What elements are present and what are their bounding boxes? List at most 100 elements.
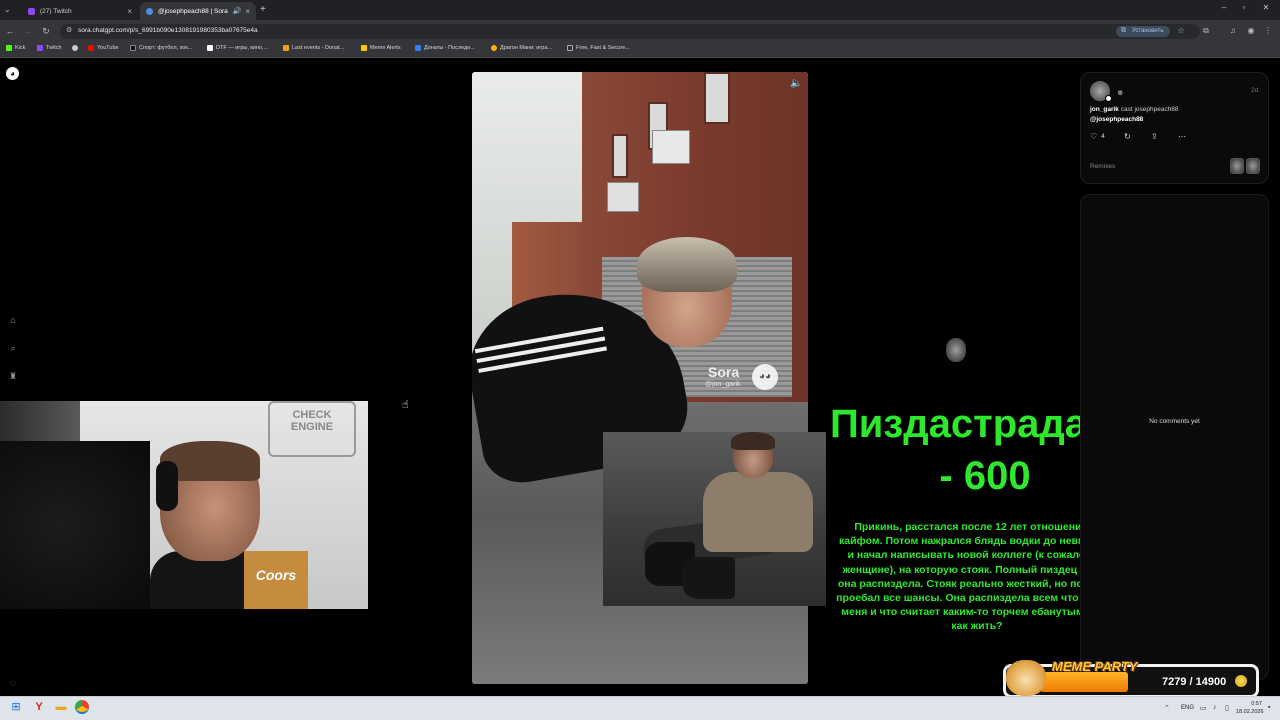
meme-party-count: 7279 / 14900	[1162, 676, 1227, 688]
sora-favicon-icon	[146, 7, 153, 15]
remix-thumbnail[interactable]	[1246, 158, 1260, 174]
forward-icon[interactable]: →	[22, 26, 34, 36]
twitch-icon	[37, 45, 43, 51]
network-icon[interactable]: ▭	[1200, 704, 1207, 712]
more-icon: ⋯	[1178, 132, 1186, 141]
clock-time: 0:57	[1251, 701, 1262, 707]
clock-date: 18.02.2026	[1236, 709, 1264, 715]
photo-hair	[731, 432, 775, 450]
bookmark-twitch[interactable]: Twitch	[37, 45, 62, 51]
sora-watermark-handle: @jon_garik	[705, 381, 741, 388]
webcam-sign: CHECK ENGINE	[268, 401, 356, 457]
globe-icon	[72, 45, 78, 51]
close-tab-icon[interactable]: ×	[127, 7, 132, 16]
close-tab-icon[interactable]: ×	[245, 7, 250, 16]
coin-icon	[1235, 675, 1247, 687]
file-explorer-icon[interactable]: ▬	[54, 700, 68, 714]
tab-twitch[interactable]: (27) Twitch ×	[22, 2, 138, 20]
donation-image	[603, 432, 826, 606]
battery-icon[interactable]: ▯	[1225, 704, 1229, 712]
bookmark-dtf[interactable]: DTF — игры, кино,...	[207, 45, 268, 51]
bookmark-label: Meme Alerts	[370, 45, 401, 51]
tab-title: @josephpeach88 | Sora	[158, 7, 228, 15]
bookmark-donaty[interactable]: Донаты - Последн...	[415, 45, 475, 51]
new-tab-button[interactable]: +	[260, 4, 266, 15]
avatar-badge-icon	[1105, 95, 1112, 102]
install-app-button[interactable]: Установить	[1116, 26, 1170, 37]
bookmark-label: Free, Fast & Secure...	[576, 45, 630, 51]
windows-start-icon[interactable]: ⊞	[9, 700, 23, 714]
meme-party-title: MEME PARTY	[1052, 659, 1138, 674]
kick-icon	[6, 45, 12, 51]
headset-icon	[156, 461, 178, 511]
remix-button[interactable]: ↻	[1124, 132, 1131, 141]
comments-panel	[1080, 194, 1269, 680]
webcam-chair	[0, 441, 150, 609]
heart-icon: ♡	[1090, 132, 1098, 141]
like-count: 4	[1101, 133, 1105, 140]
minimize-icon[interactable]: –	[1214, 3, 1234, 12]
dtf-icon	[207, 45, 213, 51]
more-button[interactable]: ⋯	[1178, 132, 1186, 141]
bookmark-sport[interactable]: Спорт: футбол, хок...	[130, 45, 192, 51]
profile-icon[interactable]: ◉	[1245, 26, 1257, 35]
bookmark-donat[interactable]: Last events - Donat...	[283, 45, 344, 51]
bookmark-free-fast[interactable]: Free, Fast & Secure...	[567, 45, 630, 51]
author-name[interactable]: jon_garik	[1090, 106, 1119, 113]
photo-body	[703, 472, 813, 552]
home-icon[interactable]: ⌂	[7, 315, 19, 325]
sora-logo-icon[interactable]: ◕	[6, 67, 19, 80]
yandex-browser-icon[interactable]: Y	[32, 700, 46, 714]
youtube-icon	[88, 45, 94, 51]
free-fast-icon	[567, 45, 573, 51]
tab-search-icon[interactable]: ⌄	[4, 5, 11, 14]
reload-icon[interactable]: ↻	[40, 26, 52, 37]
video-ac-unit	[652, 130, 690, 164]
bookmark-kick[interactable]: Kick	[6, 45, 25, 51]
chrome-icon[interactable]	[75, 700, 89, 714]
maximize-icon[interactable]: ▫	[1234, 3, 1254, 12]
close-window-icon[interactable]: ✕	[1256, 3, 1276, 12]
sora-watermark: Sora	[708, 364, 740, 380]
site-info-icon[interactable]: ⚙	[66, 26, 72, 34]
post-time: 2d	[1251, 87, 1259, 94]
twitch-favicon-icon	[28, 7, 35, 15]
bookmark-label: Донаты - Последн...	[424, 45, 475, 51]
tray-chevron-icon[interactable]: ⌃	[1164, 704, 1170, 712]
meme-alerts-icon	[361, 45, 367, 51]
media-control-icon[interactable]: ♫	[1227, 26, 1239, 35]
clock[interactable]: 0:57 18.02.2026	[1236, 700, 1264, 716]
no-comments-label: No comments yet	[1149, 418, 1200, 425]
volume-tray-icon[interactable]: ♪	[1213, 704, 1217, 711]
like-button[interactable]: ♡ 4	[1090, 132, 1105, 141]
sport-icon	[130, 45, 136, 51]
tab-sora[interactable]: @josephpeach88 | Sora 🔊 ×	[140, 2, 256, 20]
bookmark-meme-alerts[interactable]: Meme Alerts	[361, 45, 401, 51]
post-mention[interactable]: @josephpeach88	[1090, 116, 1143, 123]
settings-icon[interactable]: ◌	[7, 678, 19, 688]
remix-thumbnail[interactable]	[1230, 158, 1244, 174]
donation-message: Прикинь, расстался после 12 лет отношени…	[836, 521, 1118, 633]
extensions-icon[interactable]: ⧉	[1200, 26, 1212, 36]
bookmark-youtube[interactable]: YouTube	[88, 45, 119, 51]
share-icon: ⇪	[1151, 132, 1158, 141]
menu-icon[interactable]: ⋮	[1262, 26, 1274, 35]
search-icon[interactable]: ⌕	[7, 343, 19, 354]
language-indicator[interactable]: ENG	[1181, 705, 1194, 711]
cast-text: cast josephpeach88	[1120, 106, 1179, 113]
bookmark-globe[interactable]	[72, 45, 81, 51]
trophy-icon[interactable]: ♜	[7, 371, 19, 382]
video-window	[612, 134, 628, 178]
bookmark-label: YouTube	[97, 45, 119, 51]
volume-icon[interactable]: 🔈	[790, 78, 802, 89]
bookmark-dragon-money[interactable]: Драгон Мани: игра...	[491, 45, 552, 51]
notifications-icon[interactable]: ▪	[1268, 704, 1270, 711]
donat-icon	[283, 45, 289, 51]
bookmark-label: Kick	[15, 45, 26, 51]
audio-playing-icon[interactable]: 🔊	[233, 7, 242, 15]
cameo-person-icon[interactable]: ☻	[1116, 88, 1124, 97]
bookmark-star-icon[interactable]: ☆	[1175, 26, 1187, 35]
back-icon[interactable]: ←	[4, 26, 16, 36]
share-button[interactable]: ⇪	[1151, 132, 1158, 141]
url-text[interactable]: sora.chatgpt.com/p/s_6991b090e1308191980…	[78, 27, 258, 34]
